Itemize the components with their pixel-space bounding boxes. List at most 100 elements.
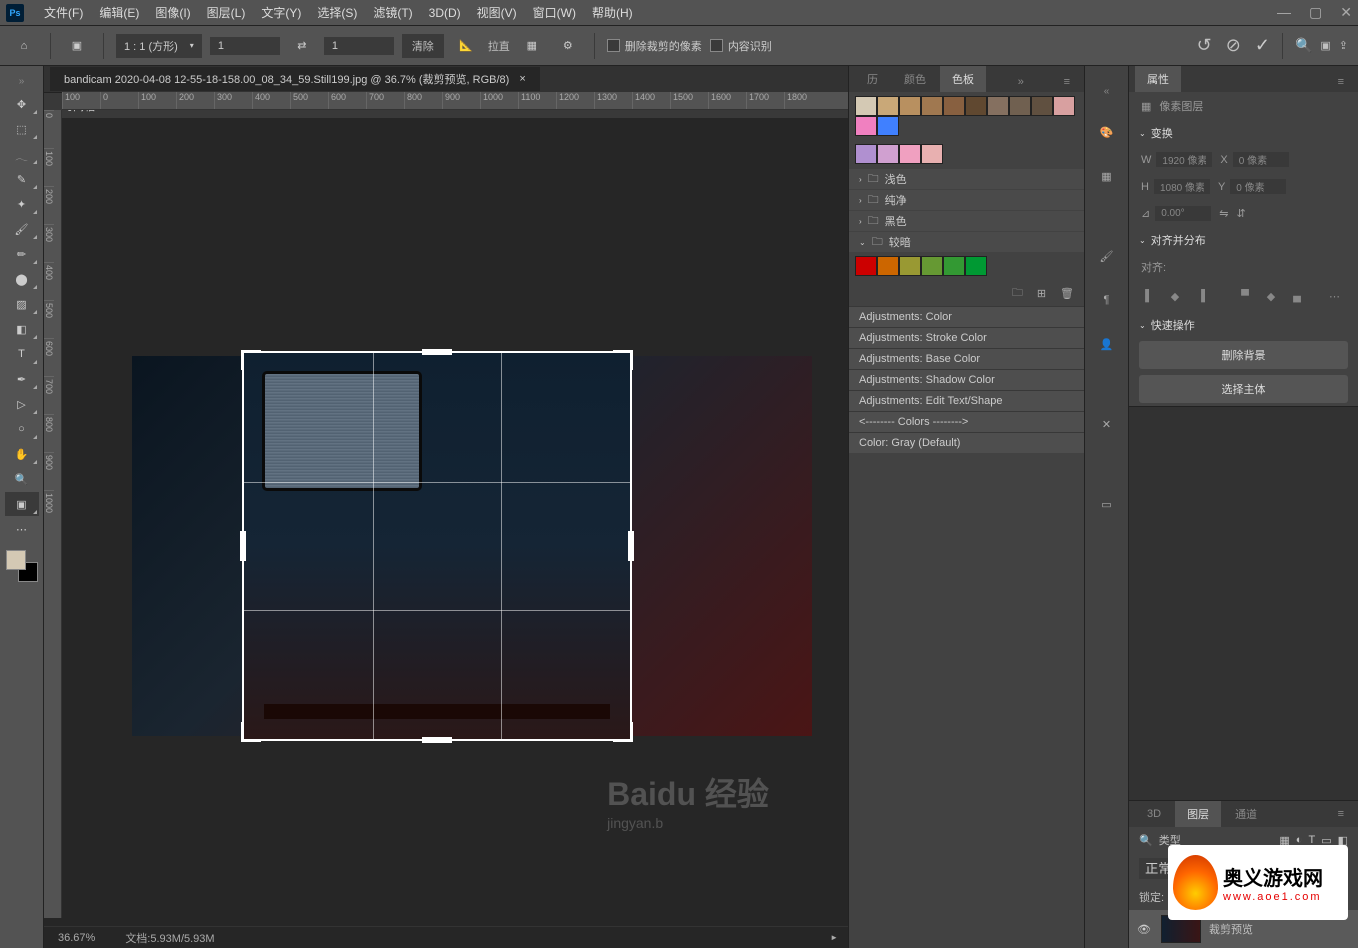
swatch[interactable] (921, 256, 943, 276)
folder-icon[interactable]: 🗀 (1012, 284, 1023, 303)
pencil-tool[interactable]: ✏ (5, 242, 39, 266)
libraries-icon[interactable]: ▭ (1094, 491, 1120, 517)
clone-tool[interactable]: ⬤ (5, 267, 39, 291)
align-section[interactable]: ⌄对齐并分布 (1129, 227, 1358, 253)
adjustment-item[interactable]: Adjustments: Stroke Color (849, 327, 1084, 348)
flip-h-icon[interactable]: ⇋ (1219, 207, 1228, 220)
close-window-button[interactable]: ✕ (1340, 4, 1352, 21)
minimize-button[interactable]: — (1277, 4, 1291, 21)
crop-handle-tl[interactable] (241, 350, 261, 370)
swatch[interactable] (921, 96, 943, 116)
swap-dimensions-icon[interactable]: ⇄ (288, 32, 316, 60)
swatch[interactable] (877, 256, 899, 276)
swatch[interactable] (1031, 96, 1053, 116)
quick-actions-section[interactable]: ⌄快速操作 (1129, 312, 1358, 338)
align-left[interactable]: ▌ (1139, 286, 1159, 306)
align-bottom[interactable]: ▄ (1287, 286, 1307, 306)
new-swatch-icon[interactable]: ⊞ (1037, 287, 1046, 300)
swatch[interactable] (943, 96, 965, 116)
fg-color[interactable] (6, 550, 26, 570)
align-top[interactable]: ▀ (1235, 286, 1255, 306)
swatch-group[interactable]: ›🗀黑色 (849, 211, 1084, 231)
marquee-tool[interactable]: ⬚ (5, 117, 39, 141)
panel-menu-icon[interactable]: ≡ (1056, 72, 1078, 92)
adjustment-item[interactable]: Adjustments: Color (849, 306, 1084, 327)
crop-handle-r[interactable] (628, 531, 634, 561)
menu-3d[interactable]: 3D(D) (421, 6, 469, 20)
layers-menu-icon[interactable]: ≡ (1330, 804, 1352, 824)
frame-layout-icon[interactable]: ▣ (1320, 39, 1330, 52)
tab-color[interactable]: 颜色 (892, 66, 938, 92)
gradient-tool[interactable]: ▨ (5, 292, 39, 316)
document-tab[interactable]: bandicam 2020-04-08 12-55-18-158.00_08_3… (50, 67, 540, 91)
crop-tool[interactable]: ▣ (5, 492, 39, 516)
content-aware-checkbox[interactable]: 内容识别 (710, 38, 772, 54)
type-tool[interactable]: T (5, 342, 39, 366)
swatch[interactable] (899, 96, 921, 116)
swatch[interactable] (855, 144, 877, 164)
toolbox-expand-icon[interactable]: » (15, 72, 29, 91)
menu-file[interactable]: 文件(F) (36, 4, 91, 21)
aspect-ratio-dropdown[interactable]: 1 : 1 (方形)▾ (116, 34, 202, 58)
tab-swatches[interactable]: 色板 (940, 66, 986, 92)
paragraph-icon[interactable]: ¶ (1094, 287, 1120, 313)
adjustment-item[interactable]: Adjustments: Edit Text/Shape (849, 390, 1084, 411)
select-subject-button[interactable]: 选择主体 (1139, 375, 1348, 403)
swatch[interactable] (987, 96, 1009, 116)
menu-layer[interactable]: 图层(L) (199, 4, 254, 21)
character-icon[interactable]: 👤 (1094, 331, 1120, 357)
eraser-tool[interactable]: ◧ (5, 317, 39, 341)
adjustment-item[interactable]: Adjustments: Shadow Color (849, 369, 1084, 390)
pen-tool[interactable]: ✒ (5, 367, 39, 391)
zoom-level[interactable]: 36.67% (58, 932, 95, 944)
remove-bg-button[interactable]: 删除背景 (1139, 341, 1348, 369)
shape-tool[interactable]: ○ (5, 417, 39, 441)
tools-icon[interactable]: ✕ (1094, 411, 1120, 437)
close-tab-icon[interactable]: × (519, 73, 525, 85)
crop-height-input[interactable] (324, 37, 394, 55)
color-wheel-icon[interactable]: 🎨 (1094, 119, 1120, 145)
swatch-group[interactable]: ›🗀纯净 (849, 190, 1084, 210)
swatch[interactable] (877, 96, 899, 116)
brushes-icon[interactable]: 🖌 (1094, 243, 1120, 269)
align-right[interactable]: ▐ (1191, 286, 1211, 306)
crop-handle-b[interactable] (422, 737, 452, 743)
magic-wand-tool[interactable]: ✦ (5, 192, 39, 216)
swatch[interactable] (899, 256, 921, 276)
crop-handle-t[interactable] (422, 349, 452, 355)
swatch[interactable] (877, 144, 899, 164)
straighten-icon[interactable]: 📐 (452, 32, 480, 60)
menu-edit[interactable]: 编辑(E) (91, 4, 147, 21)
swatch[interactable] (921, 144, 943, 164)
adjustment-item[interactable]: <-------- Colors --------> (849, 411, 1084, 432)
swatch[interactable] (943, 256, 965, 276)
angle-input[interactable] (1155, 206, 1211, 221)
lasso-tool[interactable]: 𓂃 (5, 142, 39, 166)
share-icon[interactable]: ⇪ (1339, 39, 1348, 52)
overlay-grid-icon[interactable]: ▦ (518, 32, 546, 60)
align-center-v[interactable]: ◆ (1261, 286, 1281, 306)
menu-image[interactable]: 图像(I) (147, 4, 198, 21)
swatch[interactable] (965, 96, 987, 116)
delete-pixels-checkbox[interactable]: 删除裁剪的像素 (607, 38, 702, 54)
hand-tool[interactable]: ✋ (5, 442, 39, 466)
cancel-crop-icon[interactable]: ⊘ (1226, 35, 1241, 56)
props-menu-icon[interactable]: ≡ (1330, 72, 1352, 92)
brush-tool[interactable]: 🖌 (5, 217, 39, 241)
expand-panels-icon[interactable]: « (1100, 82, 1114, 101)
tab-layers[interactable]: 图层 (1175, 801, 1221, 827)
filter-kind-icon[interactable]: 🔍 (1139, 834, 1153, 847)
panel-collapse-icon[interactable]: » (1010, 72, 1032, 92)
quick-select-tool[interactable]: ✎ (5, 167, 39, 191)
delete-swatch-icon[interactable]: 🗑 (1060, 287, 1074, 300)
tab-history[interactable]: 历 (855, 66, 890, 92)
color-swatches[interactable] (6, 550, 38, 582)
width-input[interactable] (1156, 152, 1212, 167)
crop-handle-bl[interactable] (241, 722, 261, 742)
adjustment-item[interactable]: Adjustments: Base Color (849, 348, 1084, 369)
commit-crop-icon[interactable]: ✓ (1255, 35, 1270, 56)
align-center-h[interactable]: ◆ (1165, 286, 1185, 306)
tab-properties[interactable]: 属性 (1135, 66, 1181, 92)
move-tool[interactable]: ✥ (5, 92, 39, 116)
swatch-group[interactable]: ›🗀浅色 (849, 169, 1084, 189)
